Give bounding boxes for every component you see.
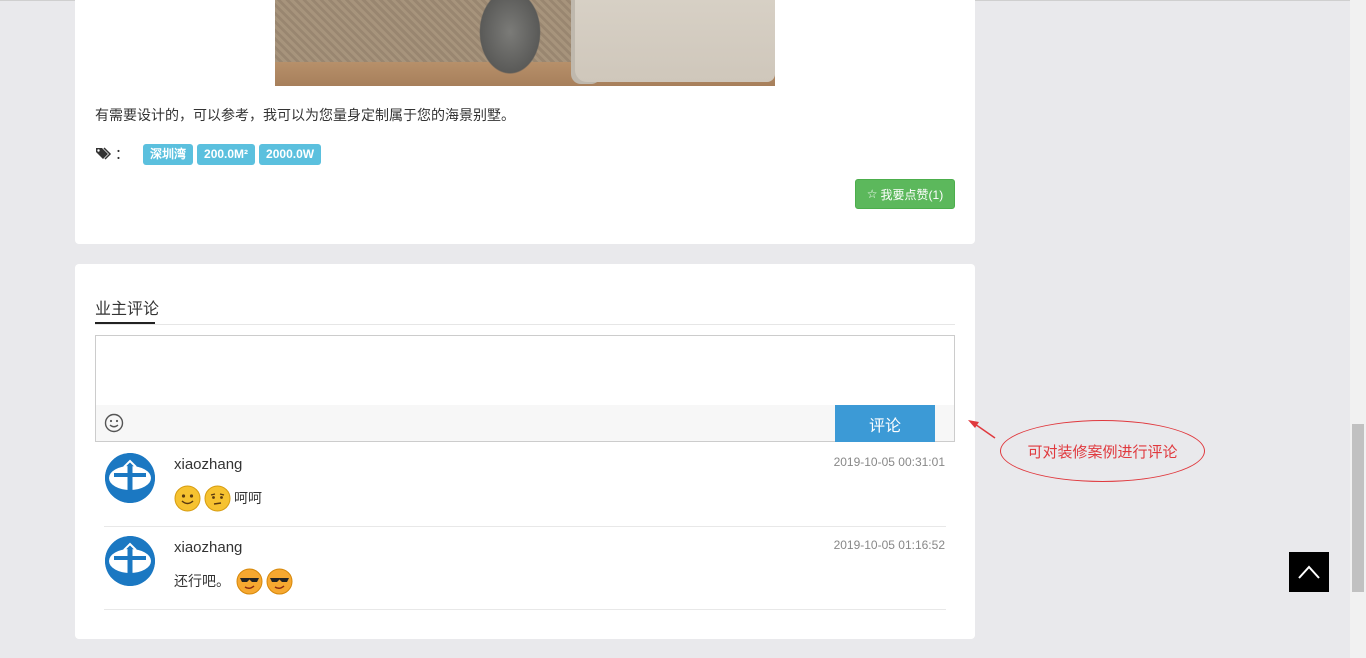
comment-item: xiaozhang 2019-10-05 01:16:52 还行吧。: [104, 527, 946, 610]
thinking-emoji-icon: [204, 485, 231, 511]
emoji-picker-icon[interactable]: [104, 413, 124, 433]
tag-location[interactable]: 深圳湾: [143, 143, 194, 165]
comment-input[interactable]: [97, 337, 953, 403]
comments-card: 业主评论 评论 xiaozhang 2019-10-05 00:31:01 呵呵…: [75, 264, 975, 639]
star-icon: ☆: [866, 187, 878, 201]
comment-time: 2019-10-05 00:31:01: [833, 455, 945, 469]
comment-toolbar: [96, 405, 954, 441]
comment-text: 还行吧。: [174, 573, 230, 589]
post-description: 有需要设计的，可以参考，我可以为您量身定制属于您的海景别墅。: [95, 107, 515, 123]
title-divider: [95, 324, 955, 325]
cool-emoji-icon: [236, 568, 263, 594]
annotation-callout: 可对装修案例进行评论: [1000, 420, 1205, 482]
avatar: [105, 453, 155, 503]
post-card: 有需要设计的，可以参考，我可以为您量身定制属于您的海景别墅。 ： 深圳湾 200…: [75, 0, 975, 244]
like-button[interactable]: ☆ 我要点赞(1): [855, 179, 955, 209]
tags-row: ： 深圳湾 200.0M² 2000.0W: [95, 143, 325, 165]
tag-area[interactable]: 200.0M²: [197, 143, 256, 165]
comment-item: xiaozhang 2019-10-05 00:31:01 呵呵: [104, 444, 946, 527]
tags-icon: [96, 147, 112, 160]
like-label: 我要点赞(1): [880, 187, 944, 202]
avatar-logo-icon: [105, 536, 155, 586]
smile-emoji-icon: [174, 485, 201, 511]
section-title: 业主评论: [95, 301, 160, 318]
submit-comment-button[interactable]: 评论: [835, 405, 935, 442]
comment-editor: [95, 335, 955, 442]
tag-price[interactable]: 2000.0W: [259, 143, 322, 165]
comment-content: 呵呵: [174, 483, 262, 513]
tags-separator: ：: [115, 146, 129, 162]
comment-username: xiaozhang: [174, 456, 243, 473]
back-to-top-button[interactable]: [1289, 552, 1329, 592]
comment-text: 呵呵: [234, 490, 262, 506]
comment-time: 2019-10-05 01:16:52: [833, 538, 945, 552]
chevron-up-icon: [1298, 565, 1320, 579]
cool-emoji-icon: [266, 568, 293, 594]
comment-content: 还行吧。: [174, 566, 296, 596]
avatar: [105, 536, 155, 586]
case-photo: [275, 0, 775, 86]
comment-username: xiaozhang: [174, 539, 243, 556]
avatar-logo-icon: [105, 453, 155, 503]
scrollbar-thumb[interactable]: [1352, 424, 1364, 592]
